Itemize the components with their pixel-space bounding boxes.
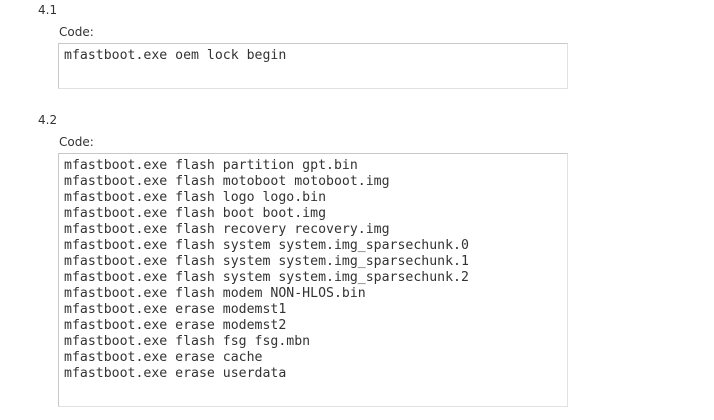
code-block[interactable]: mfastboot.exe oem lock begin: [58, 43, 568, 89]
code-block[interactable]: mfastboot.exe flash partition gpt.bin mf…: [58, 153, 568, 407]
code-line: mfastboot.exe erase modemst1: [64, 302, 287, 317]
code-line: mfastboot.exe flash system system.img_sp…: [64, 270, 469, 285]
code-line: mfastboot.exe flash logo logo.bin: [64, 190, 327, 205]
section-number: 4.2: [38, 113, 58, 127]
code-line: mfastboot.exe oem lock begin: [64, 48, 287, 63]
code-line: mfastboot.exe flash boot boot.img: [64, 206, 327, 221]
code-label: Code:: [59, 135, 94, 149]
code-line: mfastboot.exe flash system system.img_sp…: [64, 254, 469, 269]
code-line: mfastboot.exe flash modem NON-HLOS.bin: [64, 286, 366, 301]
code-label: Code:: [59, 25, 94, 39]
code-line: mfastboot.exe flash system system.img_sp…: [64, 238, 469, 253]
code-line: mfastboot.exe flash motoboot motoboot.im…: [64, 174, 390, 189]
code-line: mfastboot.exe flash fsg fsg.mbn: [64, 334, 311, 349]
code-line: mfastboot.exe flash recovery recovery.im…: [64, 222, 390, 237]
section-number: 4.1: [38, 3, 58, 17]
code-line: mfastboot.exe erase userdata: [64, 366, 287, 381]
code-line: mfastboot.exe erase cache: [64, 350, 263, 365]
code-line: mfastboot.exe flash partition gpt.bin: [64, 158, 358, 173]
code-line: mfastboot.exe erase modemst2: [64, 318, 287, 333]
